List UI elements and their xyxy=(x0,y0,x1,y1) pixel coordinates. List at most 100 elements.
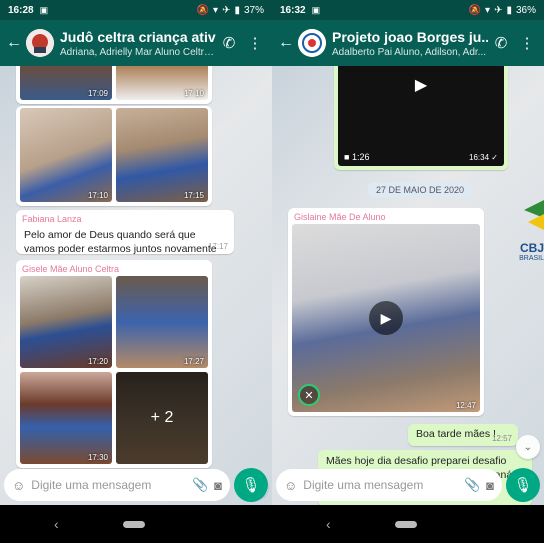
video-time: 16:34 ✓ xyxy=(469,153,498,162)
photo-time: 17:10 xyxy=(87,191,108,200)
attach-icon[interactable]: 📎 xyxy=(192,477,208,493)
photo-thumb[interactable]: 17:20 xyxy=(20,276,112,368)
back-arrow-icon[interactable]: ← xyxy=(276,34,296,52)
chat-title: Projeto joao Borges ju... xyxy=(332,28,488,45)
message-input-box[interactable]: ☺ Digite uma mensagem 📎 ◙ xyxy=(276,469,502,501)
more-photos-count: + 2 xyxy=(116,372,208,464)
attach-icon[interactable]: 📎 xyxy=(464,477,480,493)
nav-back-icon[interactable]: ‹ xyxy=(326,516,331,532)
message-sender: Gislaine Mãe De Aluno xyxy=(294,212,386,222)
more-options-icon[interactable]: ⋮ xyxy=(514,34,540,52)
mic-button[interactable]: 🎙 xyxy=(506,468,540,502)
camera-icon[interactable]: ◙ xyxy=(214,478,222,493)
photo-message-top: 17:09 17:10 xyxy=(16,66,212,104)
system-nav-bar: ‹ xyxy=(0,505,272,543)
status-bar: 16:28 ▣ 🔕 ▾ ✈ ▮ 37% xyxy=(0,0,272,20)
camera-icon[interactable]: ◙ xyxy=(486,478,494,493)
photo-album-message: Gisele Mãe Aluno Celtra 17:20 17:27 17:3… xyxy=(16,260,212,468)
message-text: Pelo amor de Deus quando será que vamos … xyxy=(24,229,217,255)
photo-thumb[interactable]: 17:10 xyxy=(116,66,208,100)
scroll-down-button[interactable]: ⌄ xyxy=(516,435,540,459)
video-message-outgoing: ▶ ■ 1:26 16:34 ✓ xyxy=(334,66,508,170)
photo-thumb[interactable]: 17:30 xyxy=(20,372,112,464)
cbj-logo-watermark: CBJ BRASIL xyxy=(514,196,544,276)
group-avatar[interactable] xyxy=(298,29,326,57)
photo-time: 17:15 xyxy=(183,191,204,200)
chat-title-area[interactable]: Judô celtra criança ativa Adriana, Adrie… xyxy=(60,29,216,58)
wifi-icon: ▾ xyxy=(485,4,491,16)
chat-participants: Adalberto Pai Aluno, Adilson, Adr... xyxy=(332,46,486,58)
add-call-icon[interactable]: ✆ xyxy=(488,34,514,52)
battery-icon: ▮ xyxy=(234,4,240,16)
add-call-icon[interactable]: ✆ xyxy=(216,34,242,52)
nav-home-pill[interactable] xyxy=(122,520,145,528)
photo-thumb[interactable]: 17:15 xyxy=(116,108,208,202)
battery-percent: 37% xyxy=(243,4,264,16)
left-phone-screen: 16:28 ▣ 🔕 ▾ ✈ ▮ 37% ← Judô celtra crianç… xyxy=(0,0,272,543)
message-sender: Gisele Mãe Aluno Celtra xyxy=(22,264,120,274)
photo-thumb[interactable]: 17:27 xyxy=(116,276,208,368)
group-avatar[interactable] xyxy=(26,29,54,57)
message-sender: Fabiana Lanza xyxy=(22,214,82,224)
wifi-icon: ▾ xyxy=(213,4,219,16)
play-icon[interactable]: ▶ xyxy=(369,301,403,335)
message-input-box[interactable]: ☺ Digite uma mensagem 📎 ◙ xyxy=(4,469,230,501)
chat-title-area[interactable]: Projeto joao Borges ju... Adalberto Pai … xyxy=(332,29,488,58)
message-input[interactable]: Digite uma mensagem xyxy=(303,478,458,492)
chat-header: ← Projeto joao Borges ju... Adalberto Pa… xyxy=(272,20,544,66)
chat-area[interactable]: 17:09 17:10 17:10 17:15 Fabiana Lanza Pe… xyxy=(0,66,272,505)
video-duration-text: 1:26 xyxy=(351,152,370,162)
battery-percent: 36% xyxy=(515,4,536,16)
photo-time: 17:30 xyxy=(87,453,108,462)
system-nav-bar: ‹ xyxy=(272,505,544,543)
cbj-logo-icon xyxy=(524,200,544,230)
video-thumb[interactable]: ▶ ■ 1:26 16:34 ✓ xyxy=(338,66,504,166)
chat-participants: Adriana, Adrielly Mar Aluno Celtra... xyxy=(60,46,216,58)
message-input[interactable]: Digite uma mensagem xyxy=(31,478,186,492)
sent-check-icon: ✓ xyxy=(491,153,498,162)
status-time: 16:28 xyxy=(8,4,34,16)
mute-icon: 🔕 xyxy=(196,4,210,16)
image-notification-icon: ▣ xyxy=(39,4,49,15)
emoji-icon[interactable]: ☺ xyxy=(284,478,297,493)
battery-icon: ▮ xyxy=(506,4,512,16)
back-arrow-icon[interactable]: ← xyxy=(4,34,24,52)
chat-header: ← Judô celtra criança ativa Adriana, Adr… xyxy=(0,20,272,66)
image-notification-icon: ▣ xyxy=(311,4,321,15)
status-bar: 16:32 ▣ 🔕 ▾ ✈ ▮ 36% xyxy=(272,0,544,20)
video-duration: ■ 1:26 xyxy=(344,152,369,162)
photo-thumb[interactable]: 17:09 xyxy=(20,66,112,100)
video-thumb[interactable]: ▶ ✕ 12:47 xyxy=(292,224,480,412)
airplane-icon: ✈ xyxy=(222,4,231,16)
mute-icon: 🔕 xyxy=(468,4,482,16)
message-time: 17:17 xyxy=(207,242,228,251)
emoji-icon[interactable]: ☺ xyxy=(12,478,25,493)
photo-time: 17:27 xyxy=(183,357,204,366)
play-icon[interactable]: ▶ xyxy=(404,68,438,102)
nav-back-icon[interactable]: ‹ xyxy=(54,516,59,532)
photo-thumb[interactable]: 17:10 xyxy=(20,108,112,202)
chat-area[interactable]: CBJ BRASIL ▶ ■ 1:26 16:34 ✓ 27 DE MAIO D… xyxy=(272,66,544,505)
video-time: 12:47 xyxy=(455,401,476,410)
message-composer: ☺ Digite uma mensagem 📎 ◙ 🎙 xyxy=(272,465,544,505)
cbj-logo-text: CBJ xyxy=(519,241,544,255)
message-time: 12:57 xyxy=(491,434,512,443)
chat-title: Judô celtra criança ativa xyxy=(60,28,216,45)
photo-thumb-more[interactable]: + 2 xyxy=(116,372,208,464)
text-message[interactable]: Fabiana Lanza Pelo amor de Deus quando s… xyxy=(16,210,234,255)
right-phone-screen: 16:32 ▣ 🔕 ▾ ✈ ▮ 36% ← Projeto joao Borge… xyxy=(272,0,544,543)
outgoing-text-message[interactable]: Boa tarde mães ! 12:57 xyxy=(408,424,518,446)
more-options-icon[interactable]: ⋮ xyxy=(242,34,268,52)
photo-time: 17:09 xyxy=(87,89,108,98)
message-text: Boa tarde mães ! xyxy=(416,428,496,440)
nav-home-pill[interactable] xyxy=(394,520,417,528)
cancel-download-icon[interactable]: ✕ xyxy=(298,384,320,406)
video-time-text: 16:34 xyxy=(469,153,490,162)
airplane-icon: ✈ xyxy=(494,4,503,16)
status-time: 16:32 xyxy=(280,4,306,16)
date-separator: 27 DE MAIO DE 2020 xyxy=(368,182,473,198)
photo-message: 17:10 17:15 xyxy=(16,106,212,206)
mic-button[interactable]: 🎙 xyxy=(234,468,268,502)
cbj-logo-sub: BRASIL xyxy=(519,255,544,262)
message-composer: ☺ Digite uma mensagem 📎 ◙ 🎙 xyxy=(0,465,272,505)
